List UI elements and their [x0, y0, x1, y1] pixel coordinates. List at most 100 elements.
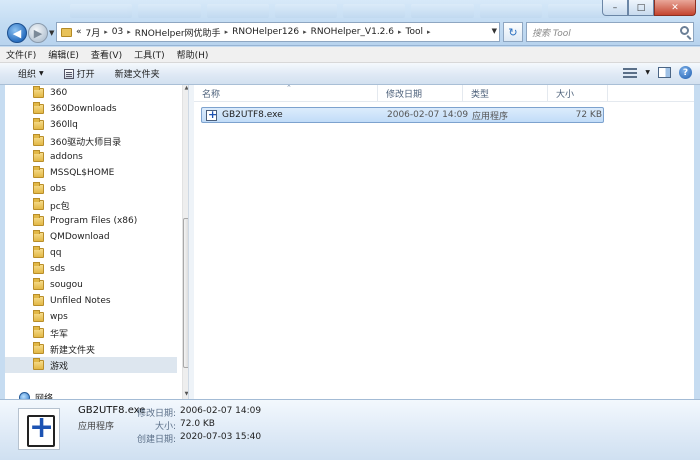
sidebar-item-360-driver[interactable]: 360驱动大师目录: [5, 133, 177, 149]
breadcrumb-separator-icon[interactable]: ▸: [303, 28, 307, 36]
search-icon[interactable]: [680, 26, 689, 35]
search-input[interactable]: 搜索 Tool: [526, 22, 694, 42]
sidebar-item-label: addons: [50, 152, 83, 162]
sidebar-item-label: sds: [50, 264, 66, 274]
title-bar-reflection: [70, 4, 610, 18]
breadcrumb-separator-icon[interactable]: ▸: [427, 28, 431, 36]
recent-pages-dropdown[interactable]: ▼: [49, 29, 54, 37]
sidebar-item-label: Unfiled Notes: [50, 296, 111, 306]
breadcrumb-overflow[interactable]: «: [76, 27, 82, 37]
sidebar-item-label: 华军: [50, 329, 69, 340]
sidebar-item-label: obs: [50, 184, 66, 194]
file-name-cell: GB2UTF8.exe: [206, 108, 283, 122]
sidebar-item-qq[interactable]: qq: [5, 245, 177, 261]
sidebar-item-wps[interactable]: wps: [5, 309, 177, 325]
menu-view[interactable]: 查看(V): [91, 48, 122, 61]
menu-bar: 文件(F) 编辑(E) 查看(V) 工具(T) 帮助(H): [0, 47, 700, 63]
column-name-label: 名称: [202, 90, 221, 100]
back-arrow-icon: ◀: [12, 26, 22, 40]
breadcrumb-item[interactable]: RNOHelper_V1.2.6: [311, 27, 394, 37]
sidebar-item-network[interactable]: 网络: [5, 391, 53, 399]
breadcrumb-item[interactable]: 7月: [86, 26, 101, 39]
sidebar-item-mssql-home[interactable]: MSSQL$HOME: [5, 165, 177, 181]
file-modified: 2006-02-07 14:09: [387, 110, 469, 120]
menu-tools[interactable]: 工具(T): [134, 48, 165, 61]
sidebar-item-label: Program Files (x86): [50, 216, 138, 226]
sidebar-item-pc-pack[interactable]: pc包: [5, 197, 177, 213]
sort-ascending-icon: ⌃: [286, 84, 292, 92]
sidebar-item-addons[interactable]: addons: [5, 149, 177, 165]
sidebar-item-unfiled-notes[interactable]: Unfiled Notes: [5, 293, 177, 309]
breadcrumb-separator-icon[interactable]: ▸: [225, 28, 229, 36]
folder-icon: [33, 166, 44, 178]
menu-edit[interactable]: 编辑(E): [48, 48, 79, 61]
menu-file[interactable]: 文件(F): [6, 48, 36, 61]
breadcrumb-item[interactable]: RNOHelper网优助手: [135, 26, 221, 39]
minimize-button[interactable]: –: [602, 0, 628, 16]
column-header-size[interactable]: 大小: [548, 85, 608, 102]
column-header-name[interactable]: 名称 ⌃: [194, 84, 378, 102]
folder-icon: [33, 102, 44, 114]
views-icon[interactable]: [623, 67, 638, 78]
column-header-modified[interactable]: 修改日期: [378, 85, 463, 102]
menu-help[interactable]: 帮助(H): [177, 48, 209, 61]
column-modified-label: 修改日期: [386, 90, 423, 100]
search-placeholder: 搜索 Tool: [532, 28, 571, 39]
forward-button[interactable]: ▶: [28, 23, 48, 43]
network-icon: [19, 392, 30, 399]
breadcrumb-item[interactable]: 03: [112, 27, 123, 37]
refresh-icon: ↻: [508, 25, 518, 39]
sidebar-item-label: 游戏: [50, 361, 69, 372]
sidebar-item-games[interactable]: 游戏: [5, 357, 177, 373]
maximize-button[interactable]: □: [628, 0, 654, 16]
folder-icon: [33, 358, 44, 370]
sidebar-item-360[interactable]: 360: [5, 85, 177, 101]
help-icon[interactable]: ?: [679, 66, 692, 79]
new-folder-button[interactable]: 新建文件夹: [107, 65, 168, 82]
sidebar-item-360downloads[interactable]: 360Downloads: [5, 101, 177, 117]
file-list: 名称 ⌃ 修改日期 类型 大小 GB2UTF8.exe 2006-02-07 1…: [194, 84, 694, 399]
window-controls: – □ ✕: [602, 0, 696, 16]
views-dropdown-icon[interactable]: ▼: [645, 69, 650, 76]
breadcrumb-item[interactable]: Tool: [406, 27, 423, 37]
folder-icon: [33, 118, 44, 130]
organize-label: 组织: [18, 70, 37, 80]
sidebar-item-label: 网络: [35, 394, 54, 399]
sidebar-item-360llq[interactable]: 360llq: [5, 117, 177, 133]
sidebar-item-qmdownload[interactable]: QMDownload: [5, 229, 177, 245]
breadcrumb-separator-icon[interactable]: ▸: [398, 28, 402, 36]
folder-icon: [61, 27, 72, 37]
file-type: 应用程序: [472, 111, 509, 122]
address-dropdown-icon[interactable]: ▼: [492, 27, 497, 35]
navigation-scrollbar[interactable]: ▲ ▼: [182, 85, 188, 399]
folder-icon: [33, 214, 44, 226]
sidebar-item-obs[interactable]: obs: [5, 181, 177, 197]
back-button[interactable]: ◀: [7, 23, 27, 43]
breadcrumb-item[interactable]: RNOHelper126: [232, 27, 299, 37]
details-pane: GB2UTF8.exe 应用程序 修改日期: 2006-02-07 14:09 …: [0, 399, 700, 460]
breadcrumb-separator-icon[interactable]: ▸: [127, 28, 131, 36]
sidebar-item-sds[interactable]: sds: [5, 261, 177, 277]
open-icon: [63, 68, 74, 79]
folder-icon: [33, 198, 44, 210]
column-header-type[interactable]: 类型: [463, 85, 548, 102]
open-button[interactable]: 打开: [56, 65, 103, 82]
refresh-button[interactable]: ↻: [503, 22, 523, 42]
details-size-value: 72.0 KB: [180, 419, 215, 429]
organize-button[interactable]: 组织 ▼: [10, 65, 52, 82]
open-label: 打开: [76, 70, 95, 80]
table-row[interactable]: GB2UTF8.exe 2006-02-07 14:09 应用程序 72 KB: [201, 107, 604, 123]
chevron-down-icon: ▼: [39, 70, 44, 77]
sidebar-item-new-folder[interactable]: 新建文件夹: [5, 341, 177, 357]
sidebar-item-huajun[interactable]: 华军: [5, 325, 177, 341]
close-button[interactable]: ✕: [654, 0, 696, 16]
details-created-value: 2020-07-03 15:40: [180, 432, 262, 442]
address-bar[interactable]: « 7月 ▸ 03 ▸ RNOHelper网优助手 ▸ RNOHelper126…: [56, 22, 500, 42]
sidebar-item-sougou[interactable]: sougou: [5, 277, 177, 293]
folder-icon: [33, 182, 44, 194]
sidebar-item-program-files-x86[interactable]: Program Files (x86): [5, 213, 177, 229]
breadcrumb-separator-icon[interactable]: ▸: [104, 28, 108, 36]
column-size-label: 大小: [556, 90, 575, 100]
folder-icon: [33, 294, 44, 306]
preview-pane-icon[interactable]: [658, 67, 671, 78]
